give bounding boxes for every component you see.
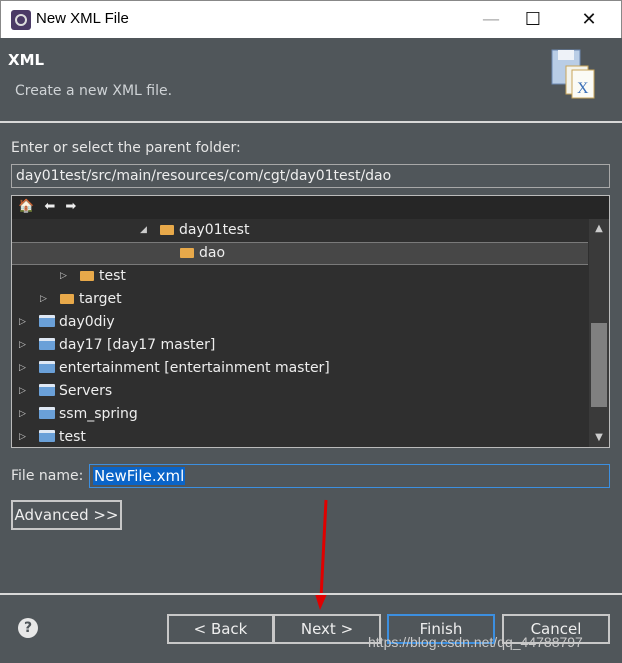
tree-item[interactable]: ▷ test bbox=[12, 426, 588, 447]
forward-arrow-icon[interactable]: ➡ bbox=[65, 199, 76, 214]
close-button[interactable]: ✕ bbox=[567, 5, 611, 35]
scroll-down-icon[interactable]: ▼ bbox=[589, 432, 609, 443]
tree-item-label: day17 [day17 master] bbox=[59, 337, 216, 353]
tree-item-label: test bbox=[59, 429, 86, 445]
project-icon bbox=[39, 338, 55, 350]
back-button[interactable]: < Back bbox=[167, 614, 274, 644]
tree-item-label: target bbox=[79, 291, 122, 307]
file-name-input[interactable]: NewFile.xml bbox=[89, 464, 610, 488]
help-icon[interactable]: ? bbox=[18, 618, 38, 638]
tree-item[interactable]: ◢ day01test bbox=[12, 219, 588, 242]
tree-scrollbar[interactable]: ▲ ▼ bbox=[589, 219, 609, 447]
project-icon bbox=[39, 407, 55, 419]
collapsed-arrow-icon[interactable]: ▷ bbox=[19, 426, 26, 447]
tree-item[interactable]: ▷ entertainment [entertainment master] bbox=[12, 357, 588, 380]
window-title: New XML File bbox=[36, 10, 129, 27]
tree-item[interactable]: ▷ Servers bbox=[12, 380, 588, 403]
file-name-label: File name: bbox=[11, 468, 84, 484]
collapsed-arrow-icon[interactable]: ▷ bbox=[19, 380, 26, 403]
project-icon bbox=[39, 430, 55, 442]
tree-item-label: test bbox=[99, 268, 126, 284]
header-separator bbox=[0, 121, 622, 123]
collapsed-arrow-icon[interactable]: ▷ bbox=[19, 403, 26, 426]
next-button[interactable]: Next > bbox=[273, 614, 381, 644]
tree-item-label: dao bbox=[199, 245, 226, 261]
wizard-title: XML bbox=[8, 51, 45, 69]
home-icon[interactable]: 🏠 bbox=[18, 199, 34, 214]
minimize-button[interactable]: — bbox=[469, 5, 513, 35]
eclipse-icon bbox=[11, 10, 31, 30]
project-icon bbox=[39, 361, 55, 373]
scrollbar-thumb[interactable] bbox=[591, 323, 607, 407]
tree-item[interactable]: ▷ ssm_spring bbox=[12, 403, 588, 426]
back-arrow-icon[interactable]: ⬅ bbox=[44, 199, 55, 214]
wizard-description: Create a new XML file. bbox=[15, 83, 173, 99]
tree-toolbar: 🏠 ⬅ ➡ bbox=[12, 196, 609, 219]
tree-item-label: day01test bbox=[179, 222, 250, 238]
tree-item[interactable]: ▷ day17 [day17 master] bbox=[12, 334, 588, 357]
folder-tree[interactable]: 🏠 ⬅ ➡ ◢ day01test dao ▷ test ▷ target ▷ day0… bbox=[11, 195, 610, 448]
tree-item[interactable]: ▷ target bbox=[12, 288, 588, 311]
advanced-button[interactable]: Advanced >> bbox=[11, 500, 122, 530]
folder-open-icon bbox=[160, 225, 174, 235]
watermark: https://blog.csdn.net/qq_44788797 bbox=[368, 634, 583, 650]
tree-item[interactable]: ▷ day0diy bbox=[12, 311, 588, 334]
collapsed-arrow-icon[interactable]: ▷ bbox=[19, 357, 26, 380]
tree-item-label: day0diy bbox=[59, 314, 115, 330]
maximize-button[interactable]: ☐ bbox=[511, 5, 555, 35]
parent-folder-label: Enter or select the parent folder: bbox=[11, 140, 241, 156]
tree-item-label: ssm_spring bbox=[59, 406, 138, 422]
collapsed-arrow-icon[interactable]: ▷ bbox=[60, 265, 67, 288]
collapsed-arrow-icon[interactable]: ▷ bbox=[19, 311, 26, 334]
folder-open-icon bbox=[180, 248, 194, 258]
tree-item-label: Servers bbox=[59, 383, 113, 399]
xml-file-wizard-icon: X bbox=[551, 49, 595, 99]
folder-icon bbox=[80, 271, 94, 281]
collapsed-arrow-icon[interactable]: ▷ bbox=[19, 334, 26, 357]
expanded-arrow-icon[interactable]: ◢ bbox=[140, 219, 147, 242]
tree-item[interactable]: ▷ test bbox=[12, 265, 588, 288]
project-icon bbox=[39, 384, 55, 396]
scroll-up-icon[interactable]: ▲ bbox=[589, 223, 609, 234]
project-icon bbox=[39, 315, 55, 327]
folder-icon bbox=[60, 294, 74, 304]
tree-item-selected[interactable]: dao bbox=[12, 242, 588, 265]
wizard-header: XML Create a new XML file. X bbox=[0, 38, 622, 121]
svg-text:X: X bbox=[577, 80, 589, 97]
title-bar: New XML File — ☐ ✕ bbox=[0, 0, 622, 38]
footer-separator bbox=[0, 593, 622, 595]
collapsed-arrow-icon[interactable]: ▷ bbox=[40, 288, 47, 311]
parent-folder-input[interactable]: day01test/src/main/resources/com/cgt/day… bbox=[11, 164, 610, 188]
file-name-value: NewFile.xml bbox=[93, 467, 186, 485]
tree-item-label: entertainment [entertainment master] bbox=[59, 360, 330, 376]
